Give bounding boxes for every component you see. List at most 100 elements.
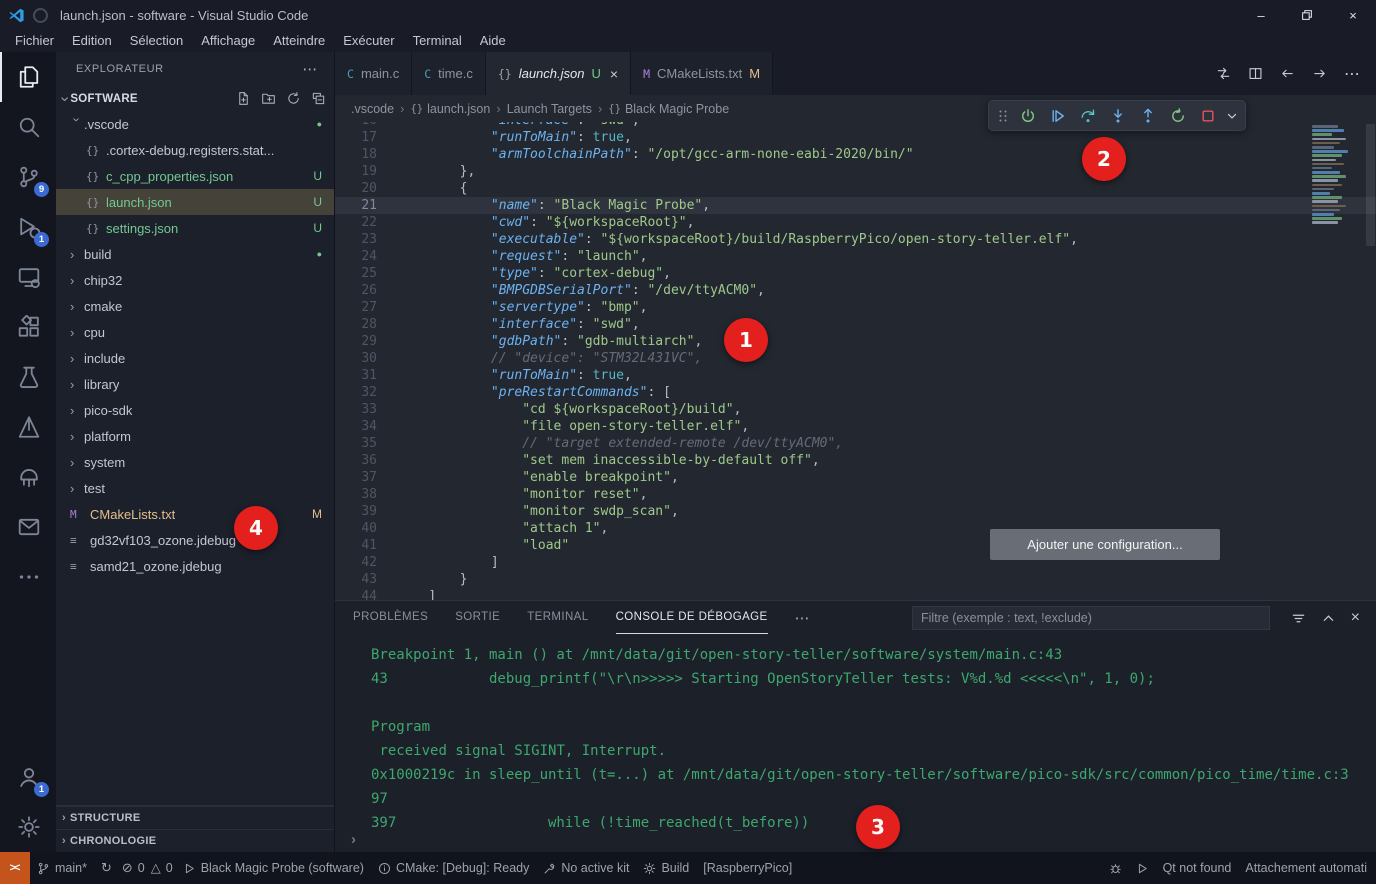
line-number[interactable]: 44 — [335, 588, 377, 600]
menu-item[interactable]: Exécuter — [334, 30, 403, 52]
line-number[interactable]: 36 — [335, 452, 377, 469]
status-item-cmake-debug[interactable] — [1102, 852, 1129, 884]
compare-icon[interactable] — [1216, 66, 1231, 81]
tree-folder-system[interactable]: ›system — [56, 449, 334, 475]
testing-icon[interactable] — [0, 352, 56, 402]
line-number[interactable]: 32 — [335, 384, 377, 401]
menu-item[interactable]: Aide — [471, 30, 515, 52]
status-item-build-target[interactable]: [RaspberryPico] — [696, 852, 799, 884]
tree-file-settings-json[interactable]: {}settings.jsonU — [56, 215, 334, 241]
more-views-icon[interactable] — [0, 552, 56, 602]
breadcrumb-item[interactable]: Launch Targets — [507, 102, 592, 116]
run-debug-icon[interactable]: 1 — [0, 202, 56, 252]
line-number[interactable]: 30 — [335, 350, 377, 367]
menu-item[interactable]: Terminal — [404, 30, 471, 52]
status-item-cmake-build[interactable]: Build — [636, 852, 696, 884]
back-icon[interactable] — [1280, 66, 1295, 81]
line-number[interactable]: 17 — [335, 129, 377, 146]
line-number[interactable]: 43 — [335, 571, 377, 588]
panel-tab-console-de-d-bogage[interactable]: CONSOLE DE DÉBOGAGE — [616, 601, 768, 634]
line-number[interactable]: 34 — [335, 418, 377, 435]
tree-folder-library[interactable]: ›library — [56, 371, 334, 397]
status-item-git-branch[interactable]: main* — [30, 852, 94, 884]
line-number[interactable]: 42 — [335, 554, 377, 571]
debug-step-out-button[interactable] — [1135, 103, 1161, 129]
filter-lines-icon[interactable] — [1291, 611, 1306, 626]
debug-probe-icon[interactable] — [0, 452, 56, 502]
debug-restart-button[interactable] — [1165, 103, 1191, 129]
panel-tab-sortie[interactable]: SORTIE — [455, 601, 500, 634]
tree-file-gd32vf103-ozone-jdebug[interactable]: ≡gd32vf103_ozone.jdebug — [56, 527, 334, 553]
settings-gear-icon[interactable] — [0, 802, 56, 852]
extensions-icon[interactable] — [0, 302, 56, 352]
panel-more-tabs-icon[interactable]: ⋯ — [795, 609, 810, 627]
panel-tab-terminal[interactable]: TERMINAL — [527, 601, 588, 634]
tree-folder-cpu[interactable]: ›cpu — [56, 319, 334, 345]
panel-tab-probl-mes[interactable]: PROBLÈMES — [353, 601, 428, 634]
new-folder-icon[interactable] — [261, 91, 276, 106]
line-number[interactable]: 26 — [335, 282, 377, 299]
close-tab-icon[interactable]: × — [610, 66, 618, 82]
menu-item[interactable]: Fichier — [6, 30, 63, 52]
debug-step-into-button[interactable] — [1105, 103, 1131, 129]
line-number[interactable]: 23 — [335, 231, 377, 248]
split-editor-icon[interactable] — [1248, 66, 1263, 81]
breadcrumb-item[interactable]: {}Black Magic Probe — [608, 102, 729, 116]
line-number[interactable]: 21 — [335, 197, 377, 214]
menu-item[interactable]: Affichage — [192, 30, 264, 52]
menu-item[interactable]: Sélection — [121, 30, 192, 52]
tree-folder-include[interactable]: ›include — [56, 345, 334, 371]
minimize-button[interactable]: – — [1238, 0, 1284, 30]
refresh-explorer-icon[interactable] — [286, 91, 301, 106]
status-item-cmake-run[interactable] — [1129, 852, 1156, 884]
tab-main-c[interactable]: Cmain.c — [335, 52, 412, 95]
debug-step-over-button[interactable] — [1075, 103, 1101, 129]
source-control-icon[interactable]: 9 — [0, 152, 56, 202]
tree-file-launch-json[interactable]: {}launch.jsonU — [56, 189, 334, 215]
explorer-more-icon[interactable]: ⋯ — [302, 60, 318, 78]
tab-cmakelists-txt[interactable]: MCMakeLists.txtM — [631, 52, 773, 95]
cmake-icon[interactable] — [0, 402, 56, 452]
editor-scrollbar[interactable] — [1366, 124, 1375, 246]
debug-grip-handle[interactable] — [995, 103, 1011, 129]
line-number[interactable]: 18 — [335, 146, 377, 163]
workspace-section-header[interactable]: › SOFTWARE — [56, 86, 334, 111]
restore-button[interactable] — [1284, 0, 1330, 30]
debug-stop-button[interactable] — [1195, 103, 1221, 129]
line-number[interactable]: 37 — [335, 469, 377, 486]
forward-icon[interactable] — [1312, 66, 1327, 81]
line-number[interactable]: 22 — [335, 214, 377, 231]
close-panel-icon[interactable]: × — [1351, 609, 1360, 627]
collapse-folders-icon[interactable] — [311, 91, 326, 106]
tree-folder--vscode[interactable]: ›.vscode● — [56, 111, 334, 137]
status-item-qt-status[interactable]: Qt not found — [1156, 852, 1239, 884]
line-number[interactable]: 27 — [335, 299, 377, 316]
tree-file-c-cpp-properties-json[interactable]: {}c_cpp_properties.jsonU — [56, 163, 334, 189]
line-number[interactable]: 24 — [335, 248, 377, 265]
explorer-icon[interactable] — [0, 52, 56, 102]
maximize-panel-icon[interactable] — [1321, 611, 1336, 626]
search-icon[interactable] — [0, 102, 56, 152]
line-number[interactable]: 39 — [335, 503, 377, 520]
line-number[interactable]: 20 — [335, 180, 377, 197]
line-number[interactable]: 41 — [335, 537, 377, 554]
tree-folder-build[interactable]: ›build● — [56, 241, 334, 267]
tree-folder-chip32[interactable]: ›chip32 — [56, 267, 334, 293]
menu-item[interactable]: Atteindre — [264, 30, 334, 52]
line-number[interactable]: 19 — [335, 163, 377, 180]
status-item-launch-target[interactable]: Black Magic Probe (software) — [176, 852, 371, 884]
line-number[interactable]: 35 — [335, 435, 377, 452]
status-item-errors[interactable]: ⊘0 — [119, 852, 148, 884]
status-item-warnings[interactable]: △0 — [148, 852, 176, 884]
status-item-sync[interactable]: ↻ — [94, 852, 119, 884]
breadcrumb-item[interactable]: .vscode — [351, 102, 394, 116]
tree-folder-platform[interactable]: ›platform — [56, 423, 334, 449]
remote-indicator[interactable]: >< — [0, 852, 30, 884]
new-file-icon[interactable] — [236, 91, 251, 106]
debug-console-filter-input[interactable] — [912, 606, 1270, 630]
debug-continue-button[interactable] — [1045, 103, 1071, 129]
tree-file-cmakelists-txt[interactable]: MCMakeLists.txtM — [56, 501, 334, 527]
line-number[interactable]: 28 — [335, 316, 377, 333]
account-icon[interactable]: 1 — [0, 752, 56, 802]
code-editor[interactable]: 16 "interface": "swd",17 "runToMain": tr… — [335, 122, 1376, 600]
